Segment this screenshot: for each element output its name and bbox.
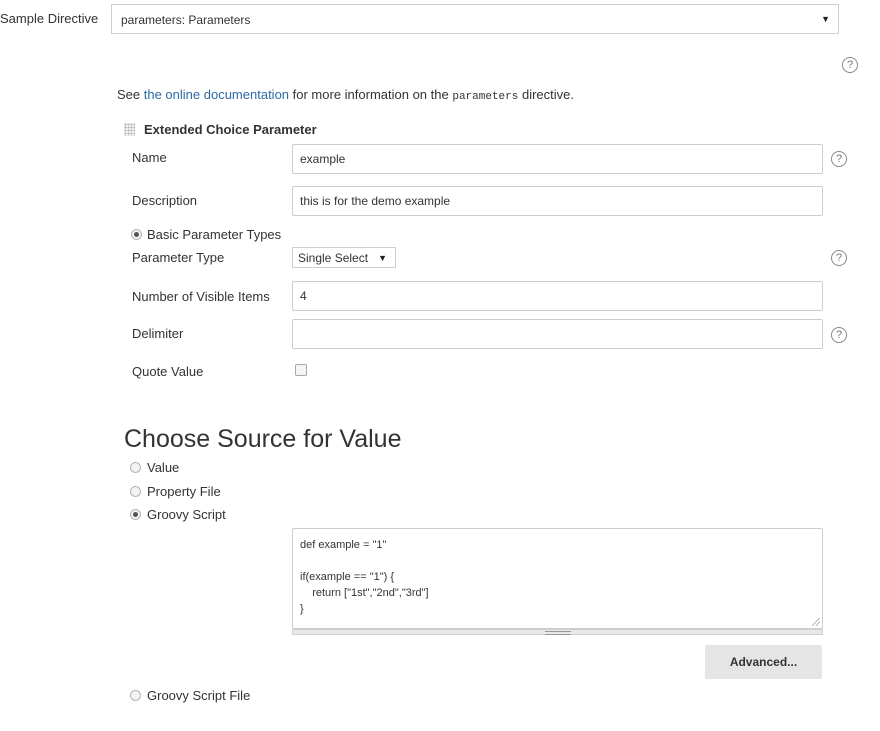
source-groovy-script-label: Groovy Script <box>147 507 226 522</box>
visible-items-input[interactable]: 4 <box>292 281 823 311</box>
parameter-type-value: Single Select <box>298 251 369 265</box>
sample-directive-select[interactable]: parameters: Parameters ▼ <box>111 4 839 34</box>
delimiter-label: Delimiter <box>132 326 184 341</box>
script-line <box>300 553 815 569</box>
source-value-label: Value <box>147 460 180 475</box>
quote-value-label: Quote Value <box>132 364 204 379</box>
textarea-resize-bar[interactable] <box>292 629 823 635</box>
delimiter-input[interactable] <box>292 319 823 349</box>
source-value-radio[interactable] <box>130 462 141 473</box>
name-help-icon[interactable]: ? <box>831 151 847 167</box>
source-groovy-script-radio[interactable] <box>130 509 141 520</box>
advanced-button[interactable]: Advanced... <box>705 645 822 679</box>
doc-prefix: See <box>117 87 144 102</box>
source-groovy-script-file-label: Groovy Script File <box>147 688 251 703</box>
drag-handle-icon[interactable] <box>124 123 135 136</box>
delimiter-help-icon[interactable]: ? <box>831 327 847 343</box>
script-line: if(example == "1") { <box>300 571 395 583</box>
choose-source-heading: Choose Source for Value <box>124 425 402 453</box>
parameter-type-select[interactable]: Single Select ▼ <box>292 247 396 268</box>
groovy-script-textarea[interactable]: def example = "1" if(example == "1") { r… <box>292 528 823 629</box>
online-docs-link[interactable]: the online documentation <box>144 87 289 102</box>
script-line: def example = "1" <box>300 539 387 551</box>
drag-grip-icon <box>545 631 571 635</box>
source-property-file-label: Property File <box>147 484 221 499</box>
chevron-down-icon: ▼ <box>821 14 830 24</box>
parameter-type-help-icon[interactable]: ? <box>831 250 847 266</box>
description-input[interactable]: this is for the demo example <box>292 186 823 216</box>
name-label: Name <box>132 150 167 165</box>
section-title: Extended Choice Parameter <box>144 122 317 137</box>
name-input[interactable]: example <box>292 144 823 174</box>
source-groovy-script-file-radio[interactable] <box>130 690 141 701</box>
parameter-type-label: Parameter Type <box>132 250 225 265</box>
script-line: return ["1st","2nd","3rd"] <box>300 587 429 599</box>
basic-types-label: Basic Parameter Types <box>147 227 282 242</box>
sample-directive-label: Sample Directive <box>0 11 99 26</box>
help-icon[interactable]: ? <box>842 57 858 73</box>
resize-grip-icon[interactable] <box>812 618 820 626</box>
quote-value-checkbox[interactable] <box>295 364 307 376</box>
doc-suffix: directive. <box>518 87 574 102</box>
chevron-down-icon: ▼ <box>378 253 387 263</box>
visible-items-label: Number of Visible Items <box>132 289 270 304</box>
script-line: } <box>300 603 304 615</box>
description-label: Description <box>132 193 198 208</box>
doc-note: See the online documentation for more in… <box>117 87 574 103</box>
sample-directive-value: parameters: Parameters <box>121 13 251 27</box>
source-property-file-radio[interactable] <box>130 486 141 497</box>
doc-code: parameters <box>452 91 519 103</box>
basic-types-radio[interactable] <box>131 229 142 240</box>
doc-middle: for more information on the <box>289 87 453 102</box>
